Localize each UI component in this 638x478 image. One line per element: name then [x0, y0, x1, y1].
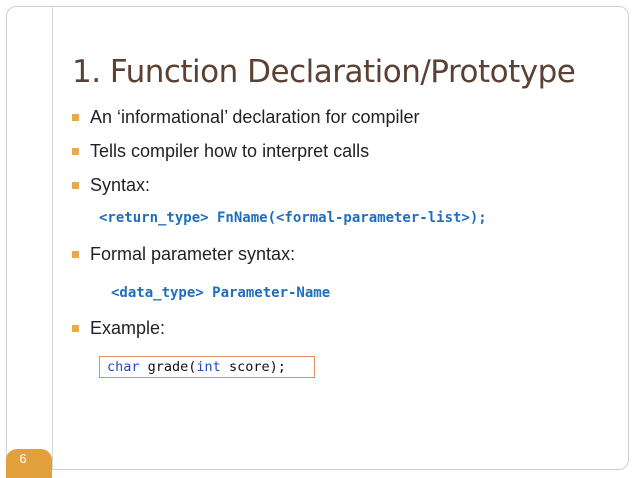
bullet-item: Example: [72, 318, 165, 339]
bullet-text: Example: [90, 318, 166, 338]
bullet-item: An ‘informational’ declaration for compi… [72, 107, 419, 128]
parameter-syntax-code: <data_type> Parameter-Name [111, 285, 331, 301]
slide-title: 1. Function Declaration/Prototype [72, 54, 576, 90]
bullet-text: Tells compiler how to interpret calls [90, 141, 370, 161]
bullet-item: Tells compiler how to interpret calls [72, 141, 369, 162]
slide: 1. Function Declaration/Prototype An ‘in… [0, 0, 638, 478]
bullet-item: Syntax: [72, 175, 150, 196]
bullet-text: Formal parameter syntax: [90, 244, 296, 264]
square-bullet-icon [72, 148, 79, 155]
bullet-text: Syntax: [90, 175, 151, 195]
left-divider-line [52, 6, 53, 470]
example-code-text: grade( [139, 359, 197, 375]
bullet-text: An ‘informational’ declaration for compi… [90, 107, 420, 127]
square-bullet-icon [72, 325, 79, 332]
square-bullet-icon [72, 114, 79, 121]
page-number: 6 [19, 451, 27, 466]
example-keyword-char: char [107, 359, 140, 375]
example-keyword-int: int [196, 359, 221, 375]
bullet-item: Formal parameter syntax: [72, 244, 295, 265]
example-code-box: char grade(int score); [99, 356, 315, 378]
square-bullet-icon [72, 251, 79, 258]
example-code-text: score); [220, 359, 286, 375]
square-bullet-icon [72, 182, 79, 189]
syntax-code: <return_type> FnName(<formal-parameter-l… [99, 210, 487, 226]
